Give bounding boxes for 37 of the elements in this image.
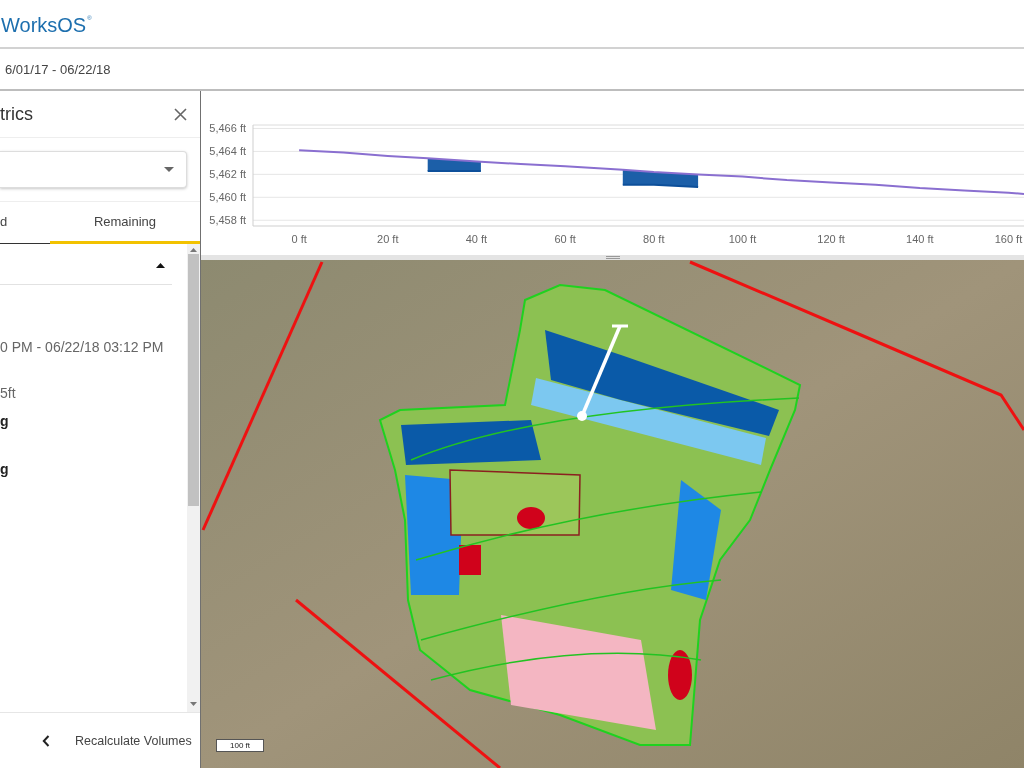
- x-axis-label: 20 ft: [377, 233, 399, 245]
- x-axis-label: 60 ft: [554, 233, 576, 245]
- tab[interactable]: d: [0, 202, 50, 244]
- scroll-up-arrow-icon[interactable]: [190, 248, 197, 252]
- y-axis-label: 5,466 ft: [209, 122, 246, 135]
- y-axis-label: 5,458 ft: [209, 214, 246, 227]
- recalculate-button[interactable]: Recalculate Volumes: [75, 733, 192, 748]
- caret-icon[interactable]: [156, 262, 165, 268]
- date-range-text: 6/01/17 - 06/22/18: [4, 62, 111, 77]
- scrollbar-track[interactable]: [187, 244, 200, 712]
- x-axis-label: 100 ft: [728, 233, 757, 245]
- y-axis-label: 5,462 ft: [209, 168, 246, 181]
- detail-text: 5ft: [0, 384, 17, 403]
- x-axis-label: 140 ft: [906, 233, 934, 245]
- y-axis-label: 5,464 ft: [209, 145, 246, 158]
- chevron-left-icon: [42, 734, 50, 747]
- x-axis-label: 40 ft: [465, 233, 488, 245]
- x-axis-label: 80 ft: [643, 233, 665, 245]
- close-button[interactable]: [174, 107, 187, 121]
- logo-text: WorksOS$^{®}$: [0, 13, 92, 37]
- tab[interactable]: Remaining: [50, 202, 200, 244]
- profile-line[interactable]: [577, 324, 628, 421]
- x-axis-label: 160 ft: [994, 233, 1023, 245]
- scrollbar-thumb[interactable]: [188, 254, 199, 506]
- panel-title: trics: [0, 103, 33, 125]
- value-text: g: [0, 460, 10, 479]
- scroll-down-arrow-icon[interactable]: [190, 702, 197, 706]
- detail-text: 0 PM - 06/22/18 03:12 PM: [0, 338, 165, 357]
- dropdown-field[interactable]: [0, 151, 187, 188]
- value-text: g: [0, 412, 10, 431]
- x-axis-label: 120 ft: [817, 233, 845, 245]
- y-axis-label: 5,460 ft: [209, 191, 246, 204]
- x-axis-label: 0 ft: [291, 233, 307, 245]
- close-icon: [174, 107, 187, 121]
- back-button[interactable]: [42, 734, 50, 747]
- map-scale-bar: 100 ft: [216, 739, 264, 752]
- grip-icon: [605, 256, 620, 259]
